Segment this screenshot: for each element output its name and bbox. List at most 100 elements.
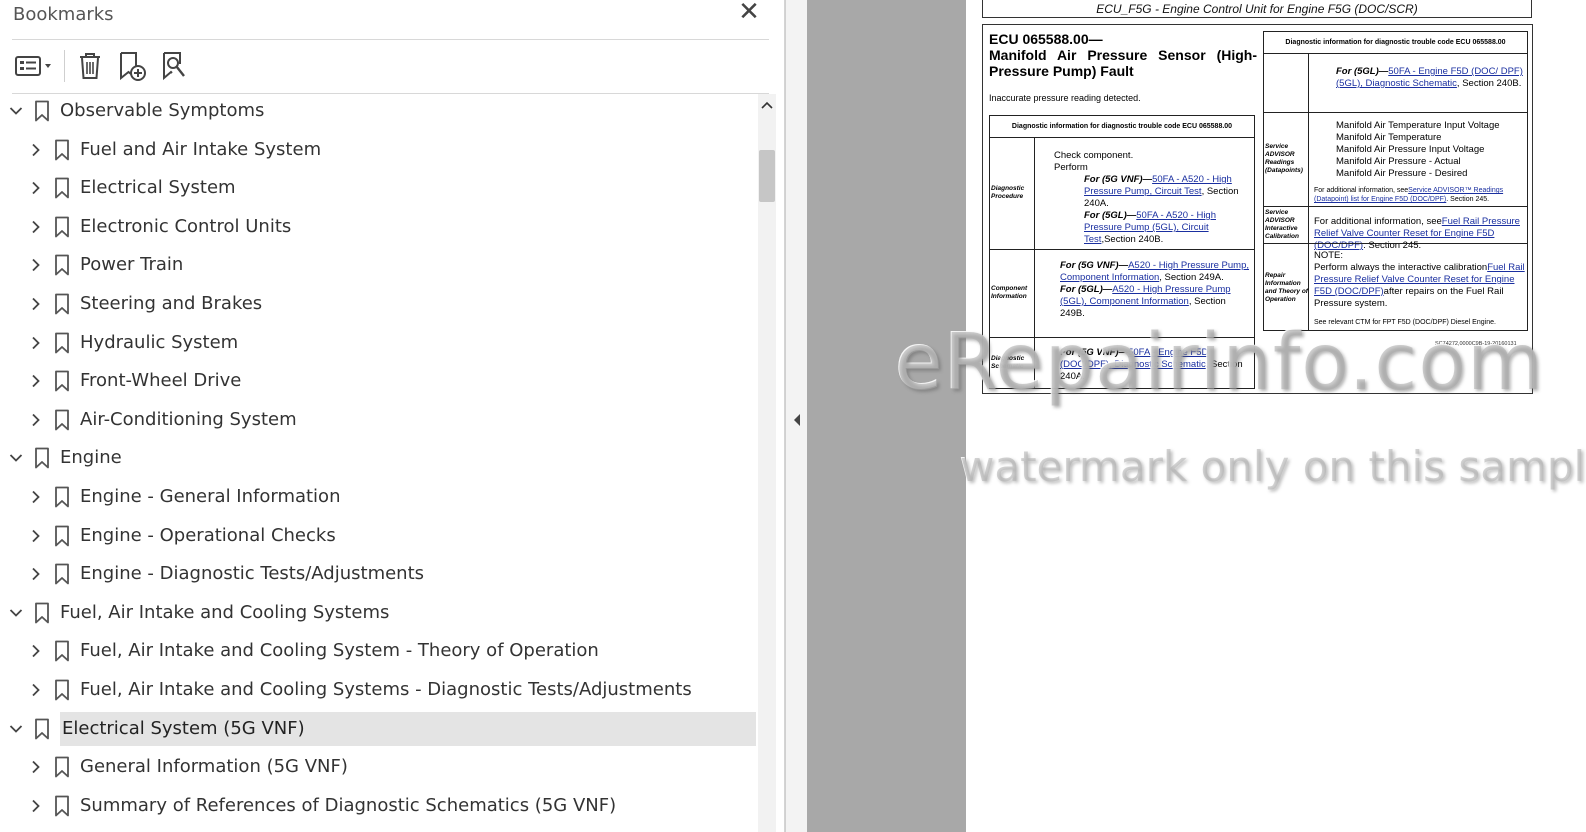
chevron-up-icon <box>761 101 773 109</box>
calibration-content: For additional information, seeFuel Rail… <box>1314 216 1526 252</box>
toolbar-divider <box>64 50 65 82</box>
table-header: Diagnostic information for diagnostic tr… <box>990 116 1254 138</box>
repair-note-heading: NOTE: <box>1314 250 1344 261</box>
bookmark-item[interactable]: Engine - General Information <box>0 480 756 514</box>
bookmark-item[interactable]: Power Train <box>0 248 756 282</box>
watermark-brand: eRepairinfo.com <box>895 318 1545 408</box>
bookmark-item[interactable]: Engine <box>0 441 756 475</box>
chevron-right-icon[interactable] <box>29 220 43 234</box>
chevron-right-icon[interactable] <box>29 683 43 697</box>
bookmark-icon <box>35 602 49 624</box>
chevron-right-icon[interactable] <box>29 336 43 350</box>
chevron-right-icon[interactable] <box>29 490 43 504</box>
bookmark-label: Steering and Brakes <box>80 293 263 314</box>
bookmark-item[interactable]: Air-Conditioning System <box>0 403 756 437</box>
bookmark-label: Engine - Operational Checks <box>80 524 336 546</box>
bookmark-item[interactable]: Front-Wheel Drive <box>0 364 756 398</box>
reading-item: Manifold Air Temperature <box>1336 132 1442 143</box>
chevron-down-icon[interactable] <box>9 451 23 465</box>
chevron-down-icon[interactable] <box>9 606 23 620</box>
component-content: For (5G VNF)—A520 - High Pressure Pump, … <box>1060 260 1250 320</box>
bookmark-label: Observable Symptoms <box>60 100 265 121</box>
chevron-right-icon[interactable] <box>29 374 43 388</box>
chevron-right-icon[interactable] <box>29 143 43 157</box>
chevron-down-icon[interactable] <box>9 722 23 736</box>
bookmarks-toolbar <box>0 40 785 94</box>
bookmark-label: Electrical System (5G VNF) <box>60 711 756 746</box>
bookmark-icon <box>55 525 69 546</box>
bookmark-icon <box>55 679 69 701</box>
bookmark-item[interactable]: Electrical System (5G VNF) <box>0 711 756 746</box>
chevron-right-icon[interactable] <box>29 413 43 427</box>
bookmark-label: Fuel, Air Intake and Cooling Systems <box>60 601 390 623</box>
add-bookmark-button[interactable] <box>114 48 150 84</box>
bookmark-item[interactable]: Engine - Diagnostic Tests/Adjustments <box>0 557 756 591</box>
close-panel-button[interactable]: ✕ <box>737 0 761 25</box>
bookmarks-scrollbar[interactable] <box>758 94 776 832</box>
schematic-b-suffix: , Section 240B. <box>1456 78 1522 89</box>
chevron-right-icon[interactable] <box>29 258 43 272</box>
bookmark-icon <box>35 718 49 739</box>
procedure-line-2: Perform <box>1054 162 1088 173</box>
trash-icon <box>80 53 100 79</box>
component-b-prefix: For (5GL)— <box>1060 284 1113 295</box>
bookmark-icon <box>55 409 69 431</box>
bookmarks-title: Bookmarks <box>13 4 114 25</box>
component-a: For (5G VNF)—A520 - High Pressure Pump, … <box>1060 260 1250 284</box>
bookmark-label: General Information (5G VNF) <box>80 756 348 778</box>
find-bookmark-icon <box>163 52 185 81</box>
bookmark-item[interactable]: Engine - Operational Checks <box>0 519 756 553</box>
delete-bookmark-button[interactable] <box>72 48 108 84</box>
bookmark-item[interactable]: Fuel, Air Intake and Cooling System - Th… <box>0 634 756 668</box>
chevron-down-icon[interactable] <box>9 104 23 118</box>
procedure-label: Diagnostic Procedure <box>991 185 1025 200</box>
column-divider <box>1308 54 1309 330</box>
bookmark-item[interactable]: Hydraulic System <box>0 326 756 360</box>
find-bookmark-button[interactable] <box>156 48 192 84</box>
bookmark-icon <box>55 332 69 353</box>
bookmark-icon <box>35 447 49 469</box>
panel-splitter[interactable] <box>785 0 807 832</box>
chevron-right-icon[interactable] <box>29 529 43 543</box>
bookmark-item[interactable]: Fuel and Air Intake System <box>0 133 756 167</box>
reading-item: Manifold Air Pressure - Actual <box>1336 156 1461 167</box>
bookmark-icon <box>55 177 69 199</box>
collapse-panel-icon[interactable] <box>792 412 802 428</box>
document-page[interactable]: ECU_F5G - Engine Control Unit for Engine… <box>966 0 1586 832</box>
bookmark-item[interactable]: Steering and Brakes <box>0 287 756 321</box>
bookmark-item[interactable]: Observable Symptoms <box>0 94 756 128</box>
bookmark-item[interactable]: Fuel, Air Intake and Cooling Systems <box>0 596 756 630</box>
chevron-right-icon[interactable] <box>29 799 43 813</box>
bookmark-item[interactable]: Electronic Control Units <box>0 210 756 244</box>
readings-note: For additional information, seeService A… <box>1314 186 1526 204</box>
bookmark-label: Fuel, Air Intake and Cooling Systems - D… <box>80 679 692 700</box>
scroll-thumb[interactable] <box>759 150 775 202</box>
bookmark-tree: Observable Symptoms Fuel and Air Intake S… <box>0 94 758 832</box>
options-menu-button[interactable] <box>12 48 56 84</box>
bookmark-icon <box>35 100 49 122</box>
bookmark-item[interactable]: Summary of References of Diagnostic Sche… <box>0 789 756 823</box>
bookmark-icon <box>55 293 69 315</box>
chevron-right-icon[interactable] <box>29 181 43 195</box>
bookmark-label: Electronic Control Units <box>80 215 292 237</box>
chevron-right-icon[interactable] <box>29 760 43 774</box>
bookmark-icon <box>55 795 69 817</box>
bookmark-label: Front-Wheel Drive <box>80 370 242 392</box>
add-bookmark-icon <box>120 52 146 81</box>
chevron-right-icon[interactable] <box>29 644 43 658</box>
bookmark-label: Engine - Diagnostic Tests/Adjustments <box>80 563 425 585</box>
bookmarks-header: Bookmarks ✕ <box>0 0 785 40</box>
bookmark-item[interactable]: Fuel, Air Intake and Cooling Systems - D… <box>0 673 756 707</box>
bookmark-item[interactable]: Electrical System <box>0 171 756 205</box>
readings-label: Service ADVISOR Readings (Datapoints) <box>1265 143 1303 174</box>
bookmark-item[interactable]: General Information (5G VNF) <box>0 750 756 784</box>
scroll-up-button[interactable] <box>758 100 776 114</box>
bookmark-label: Air-Conditioning System <box>80 408 297 430</box>
chevron-right-icon[interactable] <box>29 297 43 311</box>
dtc-description: Manifold Air Pressure Sensor (High-Press… <box>989 47 1257 79</box>
chevron-right-icon[interactable] <box>29 567 43 581</box>
calibration-label: Service ADVISOR Interactive Calibration <box>1265 209 1299 240</box>
procedure-line-1: Check component. <box>1054 150 1134 161</box>
list-options-icon <box>15 56 51 76</box>
bookmark-label: Fuel and Air Intake System <box>80 138 322 160</box>
